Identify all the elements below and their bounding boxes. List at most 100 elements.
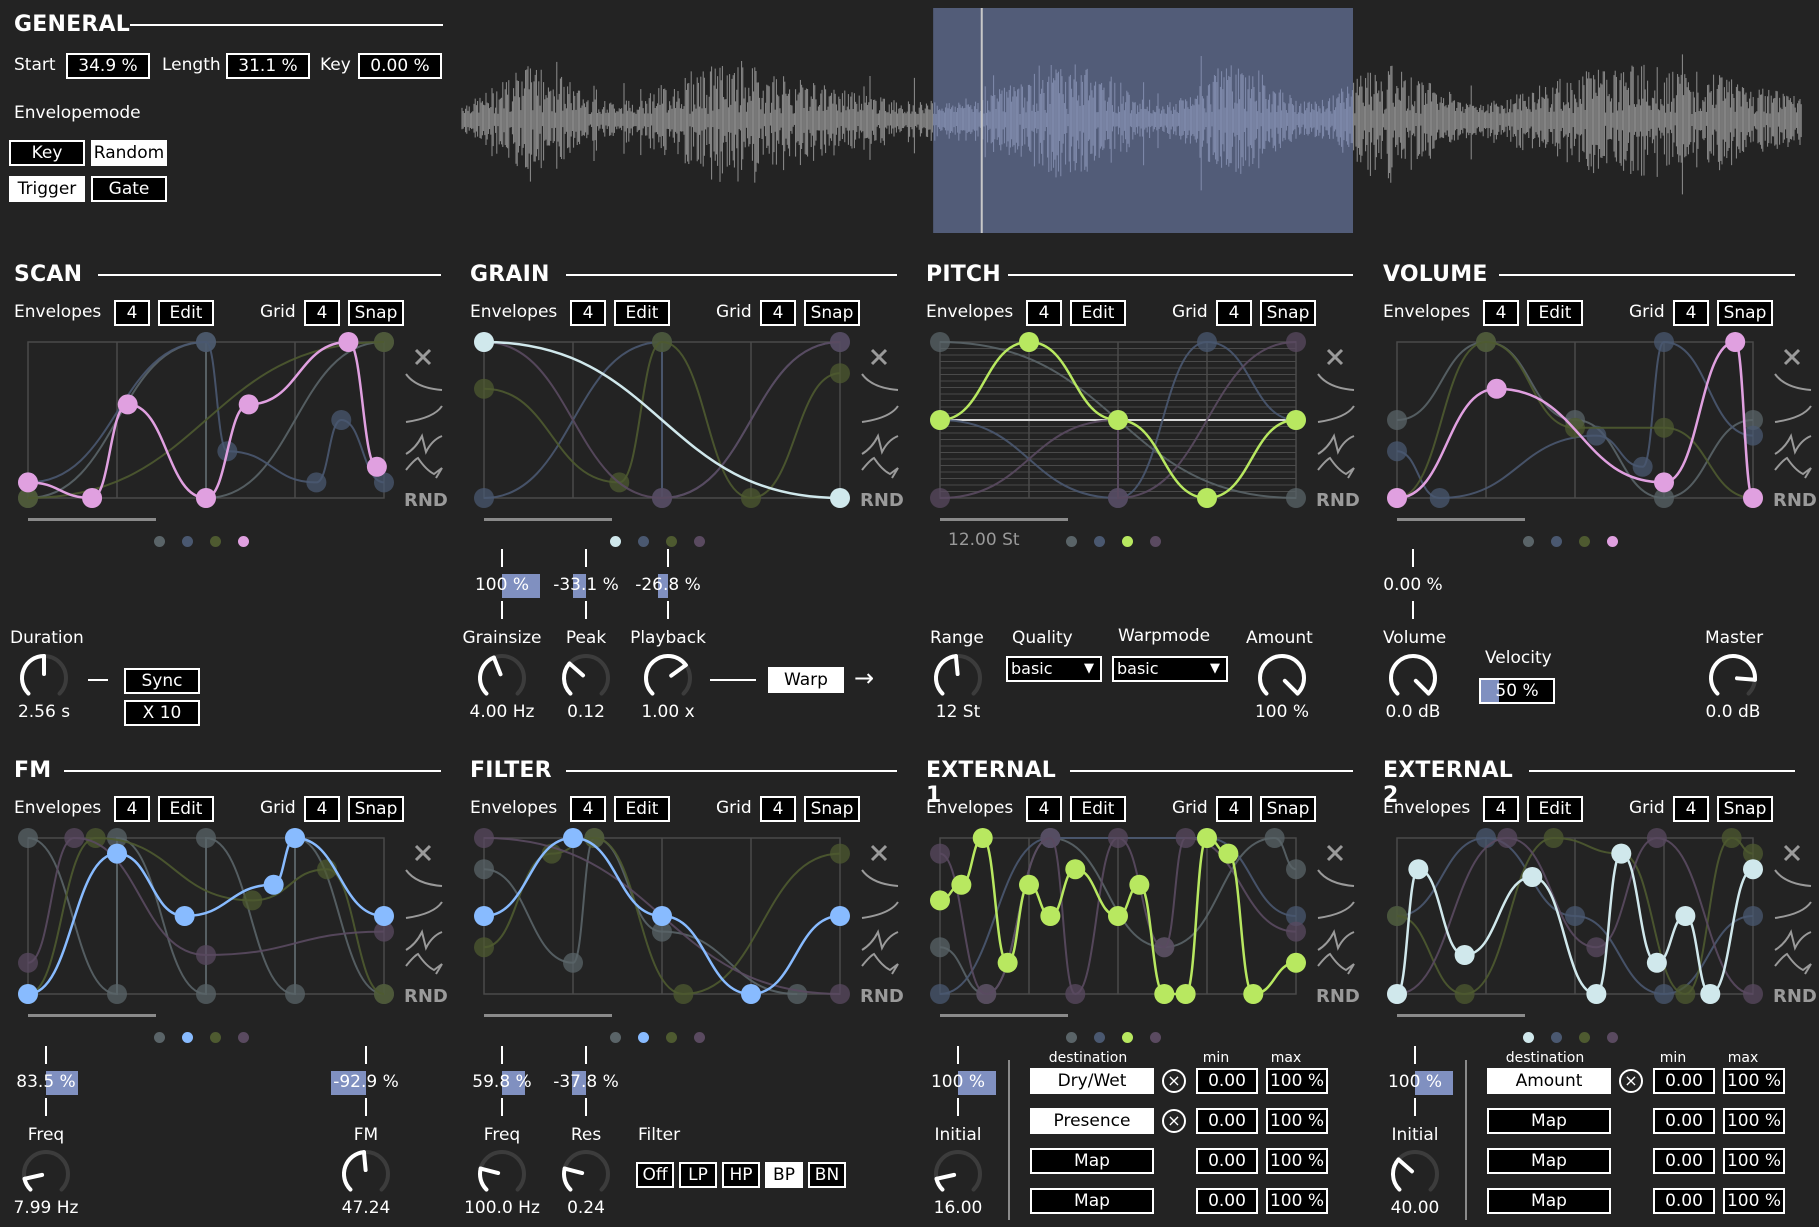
envelope-point[interactable] xyxy=(1408,859,1429,880)
envelope-point[interactable] xyxy=(1197,488,1217,508)
random-button[interactable]: RND xyxy=(404,986,448,1007)
pitch-edit-button[interactable]: Edit xyxy=(1070,300,1126,326)
fm-zoom-bar[interactable] xyxy=(28,1014,156,1017)
volume-envelope-selector-3[interactable] xyxy=(1579,536,1590,547)
envelope-point[interactable] xyxy=(18,984,38,1004)
scan-envelope-selector-1[interactable] xyxy=(154,536,165,547)
fm-envelope-selector-2[interactable] xyxy=(182,1032,193,1043)
ext2-destination-3[interactable]: Map xyxy=(1487,1148,1611,1174)
wave-shape-icon[interactable] xyxy=(1774,952,1812,975)
ext2-max-2[interactable]: 100 % xyxy=(1723,1108,1785,1134)
filter-type-bp[interactable]: BP xyxy=(765,1162,803,1188)
pitch-envelope-editor[interactable] xyxy=(930,332,1306,508)
zigzag-icon[interactable] xyxy=(405,929,443,951)
close-icon[interactable]: × xyxy=(1619,1069,1643,1093)
random-button[interactable]: RND xyxy=(1773,986,1817,1007)
filter-mod-2[interactable]: -37.8 % xyxy=(526,1072,646,1092)
curve-concave-icon[interactable] xyxy=(1774,373,1812,391)
ext2-destination-1[interactable]: Amount xyxy=(1487,1068,1611,1094)
grain-knob-grainsize[interactable] xyxy=(474,650,530,706)
close-icon[interactable] xyxy=(870,348,888,366)
mode-random-button[interactable]: Random xyxy=(91,140,167,166)
fm-knob-freq[interactable] xyxy=(18,1146,74,1202)
close-icon[interactable] xyxy=(414,844,432,862)
zigzag-icon[interactable] xyxy=(1774,929,1812,951)
envelope-point[interactable] xyxy=(238,394,259,415)
filter-envelope-selector-3[interactable] xyxy=(666,1032,677,1043)
ext2-destination-2[interactable]: Map xyxy=(1487,1108,1611,1134)
ext1-max-4[interactable]: 100 % xyxy=(1266,1188,1328,1214)
pitch-envelope-selector-2[interactable] xyxy=(1094,536,1105,547)
envelope-point[interactable] xyxy=(930,410,950,430)
scan-edit-button[interactable]: Edit xyxy=(158,300,214,326)
envelope-point[interactable] xyxy=(196,488,216,508)
filter-envelope-editor[interactable] xyxy=(474,828,850,1004)
filter-snap-button[interactable]: Snap xyxy=(804,796,860,822)
curve-convex-icon[interactable] xyxy=(405,901,443,919)
scan-envelope-selector-2[interactable] xyxy=(182,536,193,547)
volume-mod[interactable]: 0.00 % xyxy=(1353,575,1473,595)
envelope-point[interactable] xyxy=(1654,472,1674,493)
ext2-envelope-editor[interactable] xyxy=(1387,828,1763,1004)
curve-concave-icon[interactable] xyxy=(1317,869,1355,887)
curve-convex-icon[interactable] xyxy=(861,405,899,423)
envelope-point[interactable] xyxy=(1019,332,1039,352)
ext1-min-1[interactable]: 0.00 xyxy=(1196,1068,1258,1094)
zigzag-icon[interactable] xyxy=(1317,929,1355,951)
ext1-max-2[interactable]: 100 % xyxy=(1266,1108,1328,1134)
ext1-envelope-selector-2[interactable] xyxy=(1094,1032,1105,1043)
close-icon[interactable] xyxy=(414,348,432,366)
ext2-max-1[interactable]: 100 % xyxy=(1723,1068,1785,1094)
filter-edit-button[interactable]: Edit xyxy=(614,796,670,822)
envelope-point[interactable] xyxy=(82,488,103,508)
envelope-point[interactable] xyxy=(972,828,993,848)
zigzag-icon[interactable] xyxy=(1774,433,1812,455)
ext1-envelope-editor[interactable] xyxy=(930,828,1306,1004)
volume-envelopes-count[interactable]: 4 xyxy=(1483,300,1519,326)
envelope-point[interactable] xyxy=(1197,828,1217,848)
envelope-point[interactable] xyxy=(285,828,305,848)
envelope-point[interactable] xyxy=(1454,945,1475,965)
fm-mod-1[interactable]: 83.5 % xyxy=(0,1072,106,1092)
envelope-point[interactable] xyxy=(930,890,950,911)
ext1-mod[interactable]: 100 % xyxy=(898,1072,1018,1092)
ext1-min-3[interactable]: 0.00 xyxy=(1196,1148,1258,1174)
pitch-amount-knob[interactable] xyxy=(1254,650,1310,706)
ext2-envelope-selector-4[interactable] xyxy=(1607,1032,1618,1043)
volume-envelope-editor[interactable] xyxy=(1387,332,1763,508)
wave-shape-icon[interactable] xyxy=(405,952,443,975)
filter-knob-freq[interactable] xyxy=(474,1146,530,1202)
volume-knob[interactable] xyxy=(1385,650,1441,706)
grain-envelopes-count[interactable]: 4 xyxy=(570,300,606,326)
envelope-point[interactable] xyxy=(474,332,494,352)
grain-envelope-selector-4[interactable] xyxy=(694,536,705,547)
master-knob[interactable] xyxy=(1705,650,1761,706)
fm-envelope-selector-4[interactable] xyxy=(238,1032,249,1043)
grain-envelope-selector-3[interactable] xyxy=(666,536,677,547)
grain-knob-peak[interactable] xyxy=(558,650,614,706)
fm-mod-2[interactable]: -92.9 % xyxy=(306,1072,426,1092)
fm-envelopes-count[interactable]: 4 xyxy=(114,796,150,822)
volume-zoom-bar[interactable] xyxy=(1397,518,1525,521)
volume-envelope-selector-2[interactable] xyxy=(1551,536,1562,547)
fm-envelope-editor[interactable] xyxy=(18,828,394,1004)
envelope-point[interactable] xyxy=(1065,859,1086,880)
envelope-point[interactable] xyxy=(1486,378,1507,399)
ext1-max-1[interactable]: 100 % xyxy=(1266,1068,1328,1094)
ext1-destination-4[interactable]: Map xyxy=(1030,1188,1154,1214)
envelope-point[interactable] xyxy=(1218,843,1239,864)
envelope-point[interactable] xyxy=(1646,952,1667,973)
envelope-point[interactable] xyxy=(117,394,138,415)
random-button[interactable]: RND xyxy=(860,986,904,1007)
envelope-point[interactable] xyxy=(1387,488,1407,508)
mode-key-button[interactable]: Key xyxy=(9,140,85,166)
wave-shape-icon[interactable] xyxy=(861,456,899,479)
fm-knob-fm[interactable] xyxy=(338,1146,394,1202)
envelope-point[interactable] xyxy=(1129,874,1150,895)
envelope-point[interactable] xyxy=(1040,906,1061,926)
filter-grid-count[interactable]: 4 xyxy=(760,796,796,822)
curve-convex-icon[interactable] xyxy=(1774,405,1812,423)
curve-convex-icon[interactable] xyxy=(405,405,443,423)
envelope-point[interactable] xyxy=(1611,843,1632,864)
envelope-point[interactable] xyxy=(830,488,850,508)
